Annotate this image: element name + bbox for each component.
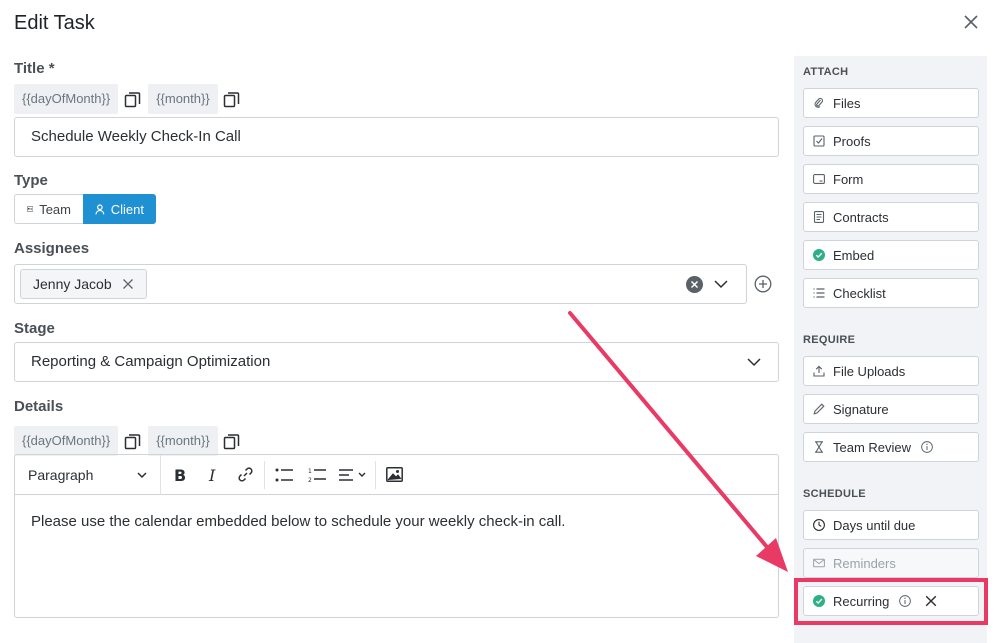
- attach-proofs-button[interactable]: Proofs: [803, 126, 979, 156]
- attach-files-button[interactable]: Files: [803, 88, 979, 118]
- require-file-uploads-label: File Uploads: [833, 363, 906, 379]
- svg-text:B: B: [174, 467, 186, 483]
- schedule-reminders-button[interactable]: Reminders: [803, 548, 979, 578]
- paperclip-icon: [814, 97, 823, 108]
- block-format-select[interactable]: Paragraph: [15, 454, 161, 495]
- hourglass-icon: [815, 441, 823, 453]
- attach-contracts-label: Contracts: [833, 209, 889, 225]
- schedule-recurring-button[interactable]: Recurring: [803, 586, 979, 616]
- clear-icon[interactable]: [686, 276, 703, 293]
- page-title: Edit Task: [14, 12, 95, 34]
- attach-contracts-button[interactable]: Contracts: [803, 202, 979, 232]
- type-client-button[interactable]: Client: [83, 194, 156, 224]
- require-team-review-label: Team Review: [833, 439, 912, 455]
- assignee-chip-label: Jenny Jacob: [33, 276, 112, 292]
- clock-icon: [813, 519, 825, 531]
- type-team-button[interactable]: Team: [14, 194, 83, 224]
- stage-select[interactable]: Reporting & Campaign Optimization: [14, 342, 779, 382]
- details-label: Details: [14, 398, 64, 415]
- add-assignee-icon[interactable]: [754, 275, 772, 293]
- svg-text:1: 1: [308, 468, 312, 475]
- attach-embed-button[interactable]: Embed: [803, 240, 979, 270]
- check-circle-icon: [813, 595, 825, 607]
- type-toggle: Team Client: [14, 194, 156, 224]
- sidebar: ATTACH Files Proofs Form Contracts Embed…: [794, 56, 987, 643]
- checklist-icon: [813, 288, 825, 298]
- upload-icon: [813, 365, 825, 377]
- document-icon: [813, 211, 825, 223]
- info-icon[interactable]: [899, 595, 912, 607]
- mail-icon: [813, 558, 825, 568]
- title-label: Title *: [14, 60, 55, 77]
- svg-text:2: 2: [308, 477, 312, 483]
- attach-checklist-label: Checklist: [833, 285, 886, 301]
- copy-icon[interactable]: [118, 84, 146, 114]
- attach-proofs-label: Proofs: [833, 133, 871, 149]
- attach-form-label: Form: [833, 171, 864, 187]
- details-editor: Paragraph B I 12 Please use the calendar…: [14, 454, 779, 618]
- italic-icon[interactable]: I: [196, 455, 229, 495]
- close-icon[interactable]: [962, 13, 980, 31]
- editor-content[interactable]: Please use the calendar embedded below t…: [15, 495, 778, 548]
- checkbox-icon: [813, 135, 825, 147]
- attach-form-button[interactable]: Form: [803, 164, 979, 194]
- chevron-down-icon[interactable]: [746, 354, 762, 370]
- numbered-list-icon[interactable]: 12: [300, 455, 333, 495]
- title-token-row: {{dayOfMonth}} {{month}}: [14, 84, 246, 114]
- schedule-days-until-due-label: Days until due: [833, 517, 916, 533]
- assignees-label: Assignees: [14, 240, 90, 257]
- schedule-heading: SCHEDULE: [803, 488, 866, 500]
- link-icon[interactable]: [229, 455, 262, 495]
- chevron-down-icon[interactable]: [713, 276, 729, 292]
- token-month[interactable]: {{month}}: [148, 426, 218, 456]
- id-card-icon: [27, 206, 34, 212]
- type-team-label: Team: [39, 201, 71, 217]
- user-icon: [95, 203, 105, 214]
- require-signature-label: Signature: [833, 401, 889, 417]
- bold-icon[interactable]: B: [163, 455, 196, 495]
- stage-value: Reporting & Campaign Optimization: [31, 353, 271, 370]
- check-circle-icon: [813, 249, 825, 261]
- schedule-recurring-label: Recurring: [833, 593, 890, 609]
- require-signature-button[interactable]: Signature: [803, 394, 979, 424]
- title-input[interactable]: Schedule Weekly Check-In Call: [14, 117, 779, 157]
- require-team-review-button[interactable]: Team Review: [803, 432, 979, 462]
- token-day-of-month[interactable]: {{dayOfMonth}}: [14, 426, 119, 456]
- type-client-label: Client: [110, 201, 144, 217]
- assignee-chip: Jenny Jacob: [20, 269, 147, 299]
- toolbar-divider: [375, 460, 376, 489]
- token-month[interactable]: {{month}}: [148, 84, 218, 114]
- editor-toolbar: Paragraph B I 12: [15, 454, 778, 495]
- schedule-reminders-label: Reminders: [833, 555, 896, 571]
- image-icon[interactable]: [378, 455, 411, 495]
- type-label: Type: [14, 172, 48, 189]
- attach-files-label: Files: [833, 95, 861, 111]
- details-token-row: {{dayOfMonth}} {{month}}: [14, 426, 246, 456]
- require-heading: REQUIRE: [803, 334, 856, 346]
- require-file-uploads-button[interactable]: File Uploads: [803, 356, 979, 386]
- remove-icon[interactable]: [925, 595, 937, 607]
- pen-icon: [813, 403, 825, 415]
- block-format-value: Paragraph: [28, 466, 94, 483]
- copy-icon[interactable]: [218, 426, 246, 456]
- stage-label: Stage: [14, 320, 55, 337]
- remove-icon[interactable]: [122, 278, 134, 290]
- copy-icon[interactable]: [118, 426, 146, 456]
- attach-heading: ATTACH: [803, 66, 849, 78]
- align-icon[interactable]: [333, 455, 373, 495]
- info-icon[interactable]: [921, 441, 933, 453]
- toolbar-divider: [264, 460, 265, 489]
- attach-checklist-button[interactable]: Checklist: [803, 278, 979, 308]
- bullet-list-icon[interactable]: [267, 455, 300, 495]
- chevron-down-icon: [137, 471, 147, 478]
- copy-icon[interactable]: [218, 84, 246, 114]
- schedule-days-until-due-button[interactable]: Days until due: [803, 510, 979, 540]
- assignees-select[interactable]: Jenny Jacob: [14, 264, 747, 304]
- svg-text:I: I: [208, 467, 216, 483]
- form-icon: [813, 174, 825, 184]
- attach-embed-label: Embed: [833, 247, 875, 263]
- token-day-of-month[interactable]: {{dayOfMonth}}: [14, 84, 119, 114]
